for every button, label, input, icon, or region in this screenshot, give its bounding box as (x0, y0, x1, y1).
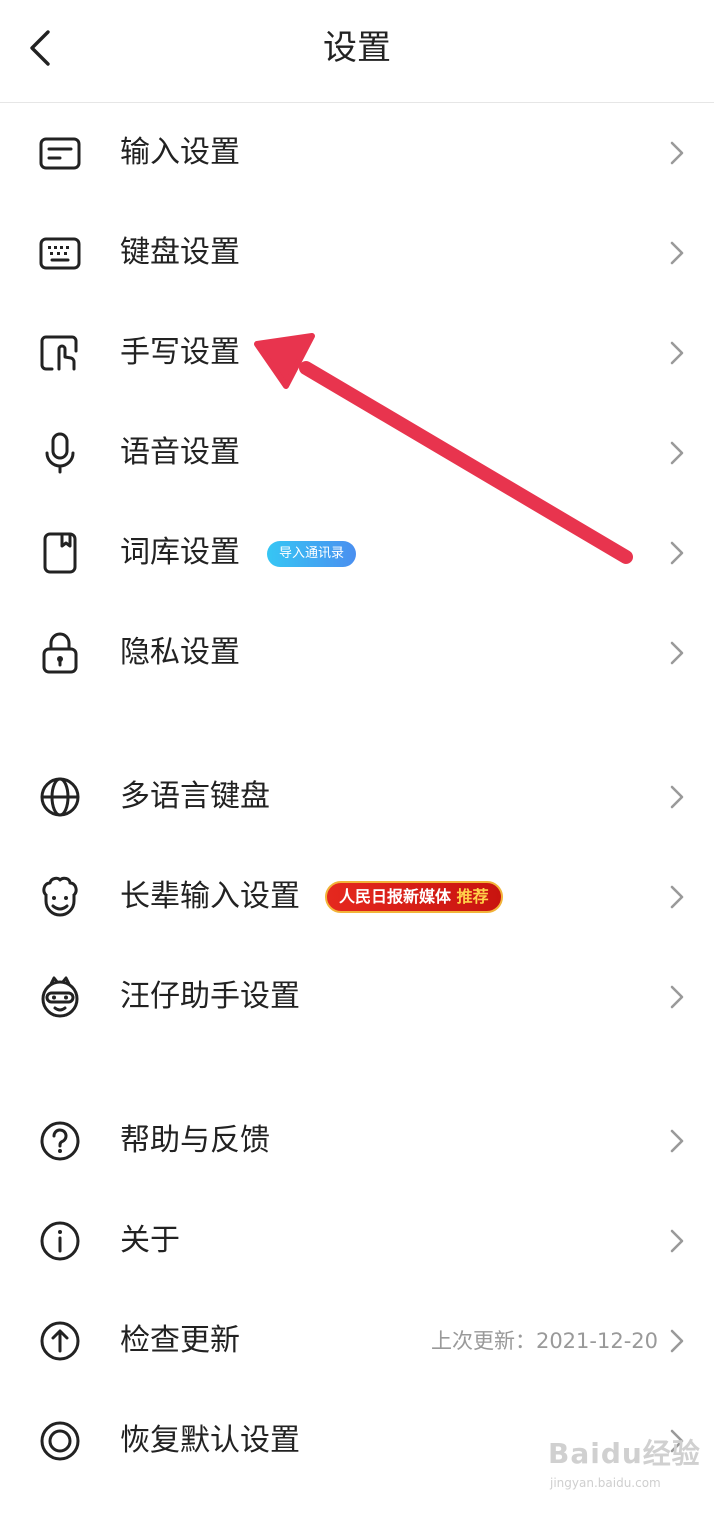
chevron-right-icon (668, 439, 686, 467)
settings-item-handwriting[interactable]: 手写设置 (0, 303, 714, 403)
settings-item-keyboard[interactable]: 键盘设置 (0, 203, 714, 303)
settings-item-label: 帮助与反馈 (120, 1123, 270, 1158)
chevron-right-icon (668, 239, 686, 267)
settings-item-help-feedback[interactable]: 帮助与反馈 (0, 1091, 714, 1191)
badge-main-text: 人民日报新媒体 (339, 887, 452, 906)
settings-item-input[interactable]: 输入设置 (0, 103, 714, 203)
settings-item-label: 关于 (120, 1223, 180, 1258)
import-contacts-badge[interactable]: 导入通讯录 (267, 541, 357, 567)
question-circle-icon (38, 1119, 82, 1163)
chevron-right-icon (668, 1327, 686, 1355)
settings-item-label: 输入设置 (120, 135, 240, 170)
globe-icon (38, 775, 82, 819)
page-title: 设置 (323, 28, 391, 68)
restore-circle-icon (38, 1419, 82, 1463)
top-bar: 设置 (0, 0, 714, 103)
settings-item-multilanguage[interactable]: 多语言键盘 (0, 747, 714, 847)
microphone-icon (38, 431, 82, 475)
lock-icon (38, 631, 82, 675)
chevron-right-icon (668, 983, 686, 1011)
settings-item-label: 语音设置 (120, 435, 240, 470)
settings-item-check-update[interactable]: 检查更新 上次更新：2021-12-20 (0, 1291, 714, 1391)
settings-item-label: 恢复默认设置 (120, 1423, 300, 1458)
settings-item-lexicon[interactable]: 词库设置 导入通讯录 (0, 503, 714, 603)
keyboard-icon (38, 231, 82, 275)
settings-item-label: 长辈输入设置 (120, 879, 300, 914)
settings-item-label: 多语言键盘 (120, 779, 270, 814)
up-arrow-circle-icon (38, 1319, 82, 1363)
chevron-right-icon (668, 339, 686, 367)
people-daily-recommend-badge: 人民日报新媒体 推荐 (325, 881, 503, 913)
settings-item-elder-input[interactable]: 长辈输入设置 人民日报新媒体 推荐 (0, 847, 714, 947)
book-icon (38, 531, 82, 575)
settings-item-label: 汪仔助手设置 (120, 979, 300, 1014)
settings-item-voice[interactable]: 语音设置 (0, 403, 714, 503)
baidu-jingyan-watermark: Baidu经验 jingyan.baidu.com (548, 1432, 700, 1502)
watermark-logo: Baidu经验 (548, 1437, 701, 1470)
handwriting-finger-icon (38, 331, 82, 375)
chevron-right-icon (668, 1127, 686, 1155)
chevron-right-icon (668, 639, 686, 667)
chevron-right-icon (668, 1227, 686, 1255)
chevron-right-icon (668, 783, 686, 811)
input-box-icon (38, 131, 82, 175)
watermark-url: jingyan.baidu.com (550, 1476, 661, 1490)
settings-item-label: 检查更新 (120, 1323, 240, 1358)
settings-item-label: 隐私设置 (120, 635, 240, 670)
chevron-right-icon (668, 139, 686, 167)
settings-item-label: 键盘设置 (120, 235, 240, 270)
elder-face-icon (38, 875, 82, 919)
badge-highlight-text: 推荐 (456, 887, 489, 906)
settings-item-label: 手写设置 (120, 335, 240, 370)
settings-item-wangzai-assistant[interactable]: 汪仔助手设置 (0, 947, 714, 1047)
chevron-right-icon (668, 883, 686, 911)
wangzai-face-icon (38, 975, 82, 1019)
last-update-text: 上次更新：2021-12-20 (430, 1329, 658, 1353)
settings-item-privacy[interactable]: 隐私设置 (0, 603, 714, 703)
settings-item-about[interactable]: 关于 (0, 1191, 714, 1291)
chevron-right-icon (668, 539, 686, 567)
info-circle-icon (38, 1219, 82, 1263)
settings-item-label: 词库设置 (120, 535, 240, 570)
